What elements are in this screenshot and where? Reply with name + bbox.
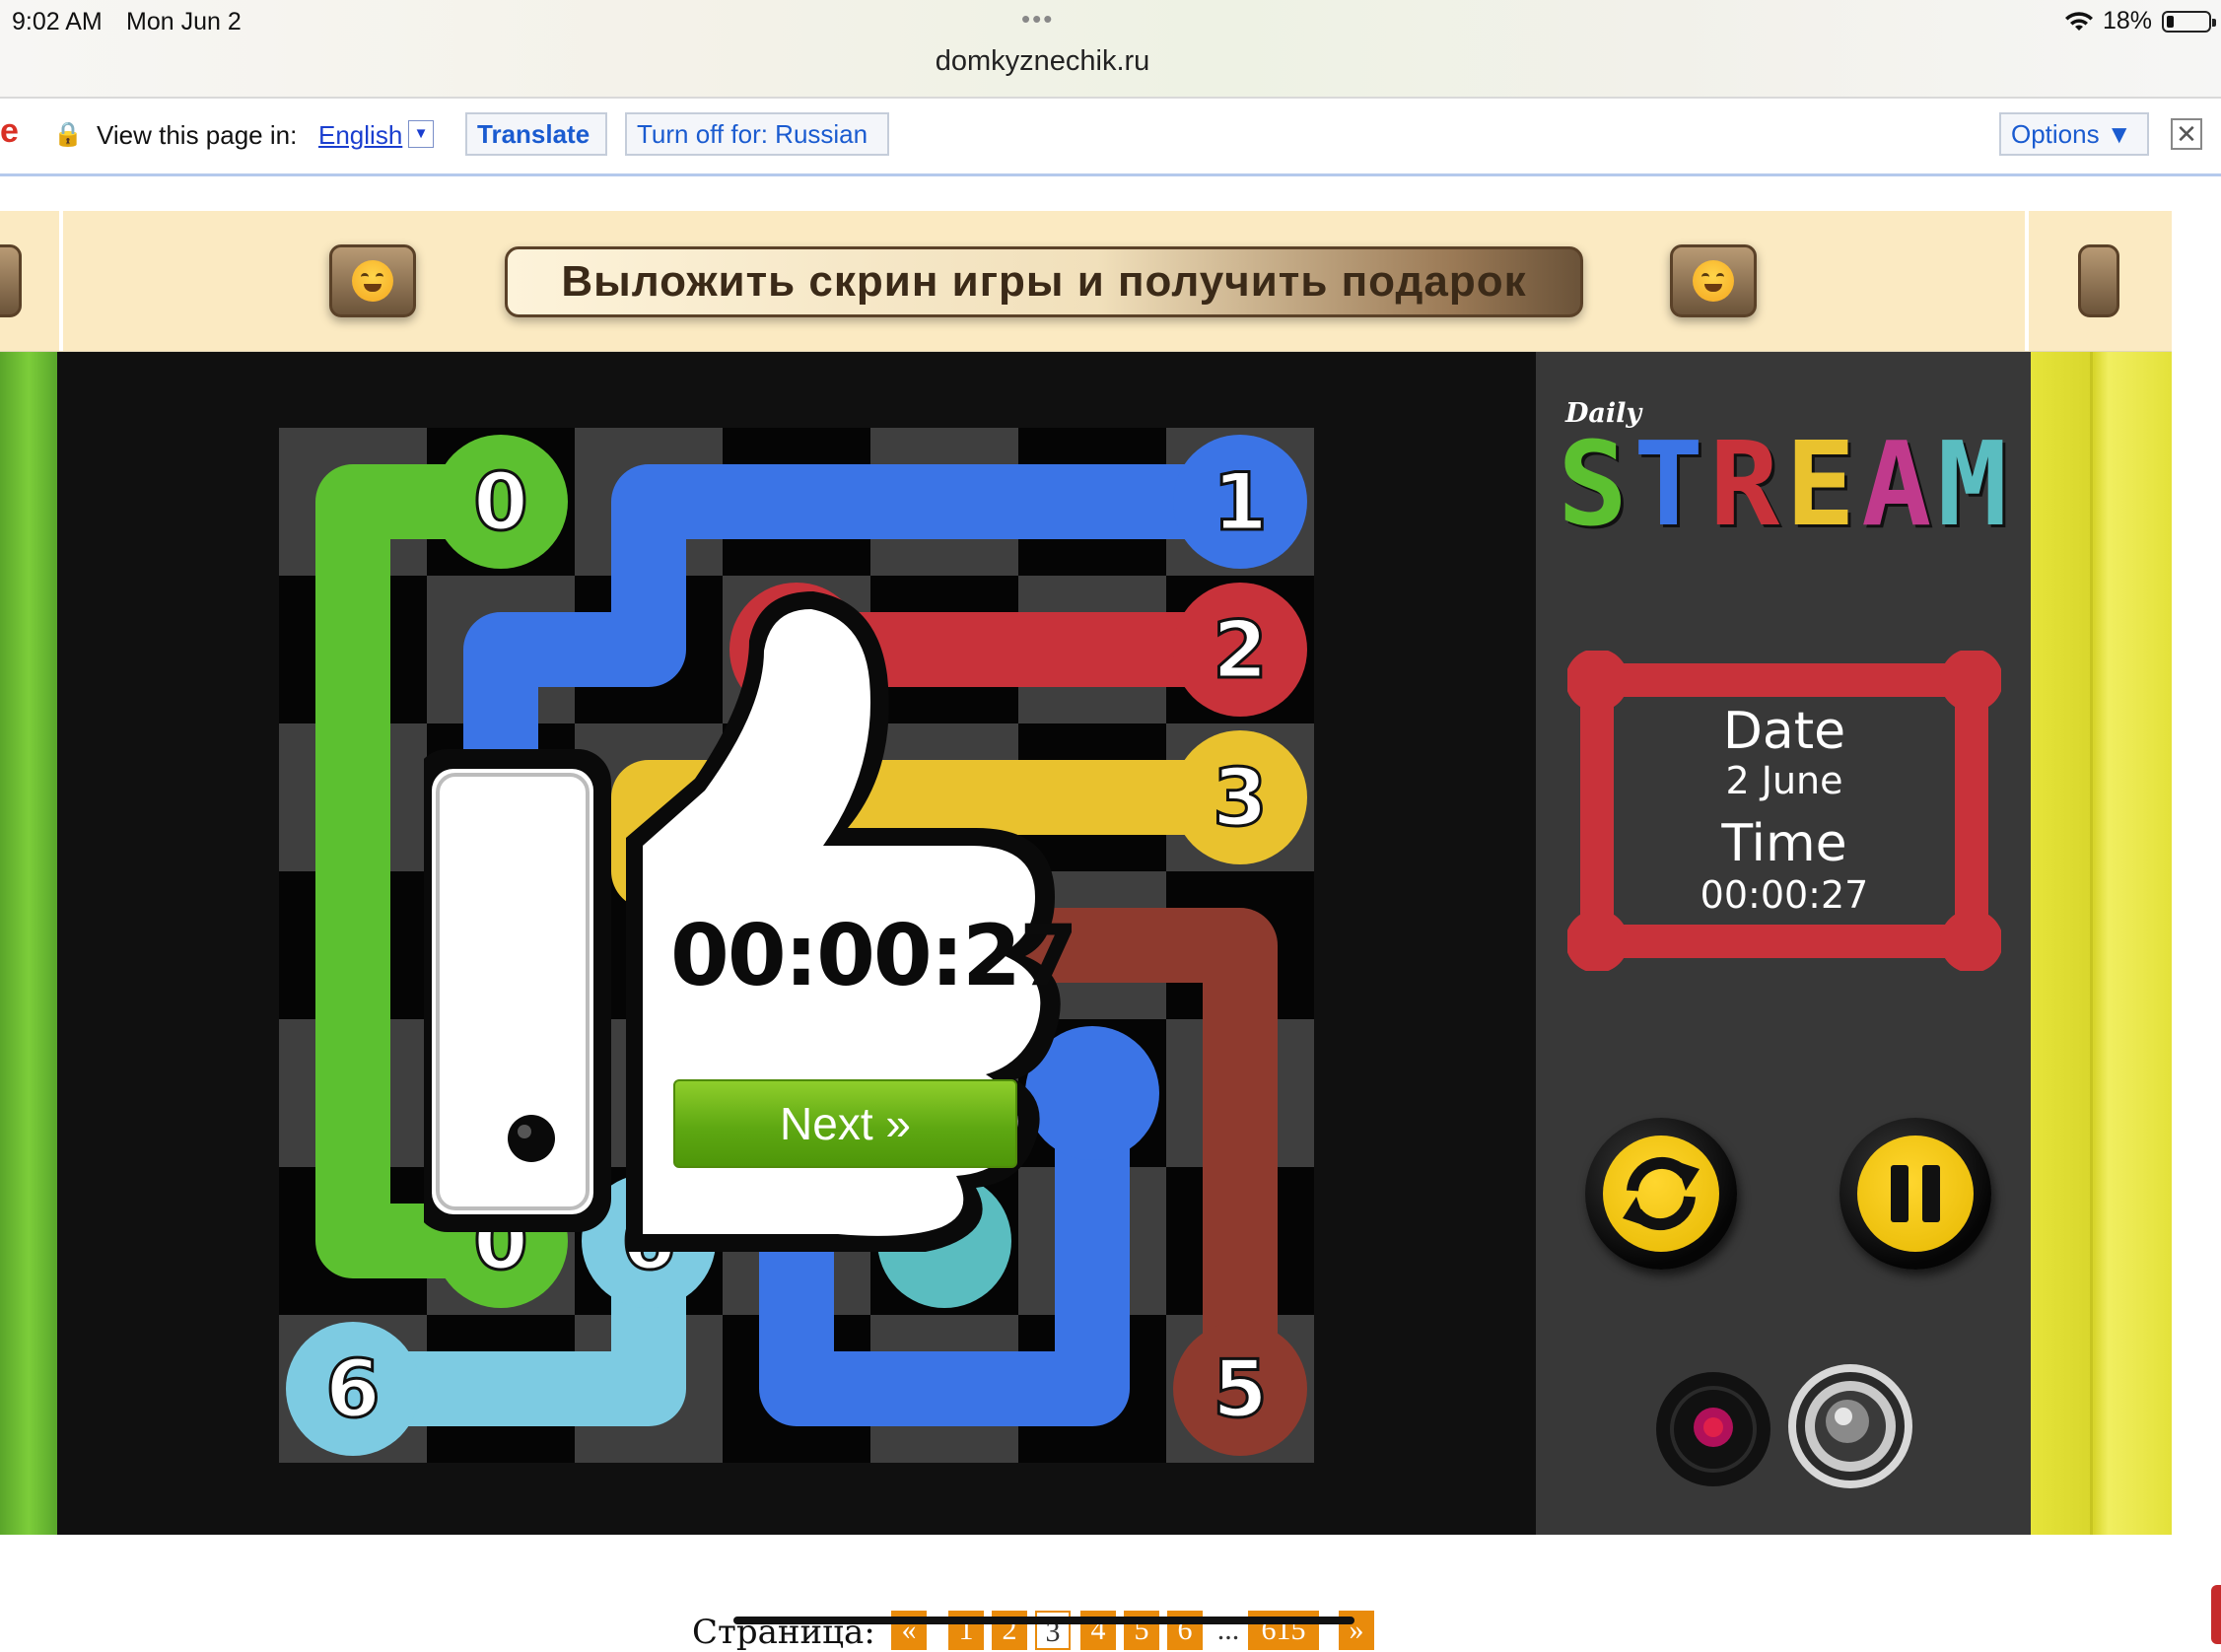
turn-off-translate-button[interactable]: Turn off for: Russian — [625, 112, 889, 156]
logo-letter: T — [1633, 416, 1710, 552]
speaker-sound-button[interactable] — [1786, 1362, 1914, 1490]
completion-timer: 00:00:27 — [670, 907, 1078, 1005]
refresh-icon — [1623, 1156, 1700, 1231]
hugging-face-icon — [1693, 260, 1734, 302]
stats-frame — [1567, 651, 2001, 971]
endpoint-number: 6 — [324, 1342, 382, 1436]
logo-letter: S — [1558, 416, 1634, 552]
record-button[interactable] — [1654, 1370, 1772, 1488]
battery-icon — [2162, 10, 2216, 33]
translate-button[interactable]: Translate — [465, 112, 607, 156]
clock: 9:02 AM — [12, 8, 103, 35]
date: Mon Jun 2 — [126, 8, 242, 35]
address-bar[interactable]: domkyznechik.ru — [0, 45, 2085, 78]
edge-red-tab[interactable] — [2211, 1585, 2221, 1644]
options-button[interactable]: Options ▼ — [1999, 112, 2149, 156]
stream-logo: STREAM — [1558, 426, 2013, 542]
wifi-icon — [2064, 11, 2093, 31]
status-bar: 9:02 AM Mon Jun 2 ••• domkyznechik.ru 18… — [0, 0, 2221, 99]
multitasking-dots-icon[interactable]: ••• — [1021, 4, 1054, 34]
date-value: 2 June — [1725, 759, 1843, 802]
endpoint-number: 3 — [1212, 750, 1270, 845]
promo-banner: Выложить скрин игры и получить подарок — [0, 211, 2172, 353]
lock-icon: 🔒 — [53, 121, 83, 148]
pause-icon — [1891, 1165, 1940, 1222]
endpoint-number: 1 — [1212, 454, 1270, 549]
logo-letter: A — [1861, 416, 1938, 552]
status-indicators: 18% — [2064, 7, 2216, 35]
left-green-border — [0, 352, 57, 1535]
endpoint-number: 0 — [472, 454, 530, 549]
home-indicator — [733, 1617, 1354, 1624]
close-icon[interactable]: ✕ — [2171, 118, 2202, 150]
translate-bar: e 🔒 View this page in: English ▼ Transla… — [0, 99, 2221, 176]
banner-left-edge-button[interactable] — [0, 244, 22, 317]
date-label: Date — [1722, 702, 1846, 761]
banner-divider — [59, 211, 63, 351]
logo-letter: E — [1785, 416, 1862, 552]
logo-letter: M — [1937, 416, 2014, 552]
translate-prompt: View this page in: — [97, 120, 298, 150]
right-yellow-border — [2031, 352, 2172, 1535]
hug-emoji-button-left[interactable] — [329, 244, 416, 317]
share-screenshot-button[interactable]: Выложить скрин игры и получить подарок — [505, 246, 1583, 317]
endpoint-number: 5 — [1212, 1342, 1270, 1436]
hugging-face-icon — [352, 260, 393, 302]
time-label: Time — [1721, 814, 1847, 873]
pause-button[interactable] — [1839, 1118, 1991, 1270]
banner-right-edge-button[interactable] — [2078, 244, 2119, 317]
google-logo-icon: e — [0, 112, 19, 150]
language-link[interactable]: English — [318, 120, 402, 151]
restart-button[interactable] — [1585, 1118, 1737, 1270]
logo-letter: R — [1709, 416, 1786, 552]
hug-emoji-button-right[interactable] — [1670, 244, 1757, 317]
next-level-button[interactable]: Next » — [673, 1079, 1017, 1168]
time-value: 00:00:27 — [1700, 873, 1869, 917]
banner-divider — [2025, 211, 2029, 351]
language-dropdown-icon[interactable]: ▼ — [408, 120, 434, 148]
endpoint-number: 2 — [1212, 602, 1270, 697]
battery-percent: 18% — [2102, 7, 2152, 34]
